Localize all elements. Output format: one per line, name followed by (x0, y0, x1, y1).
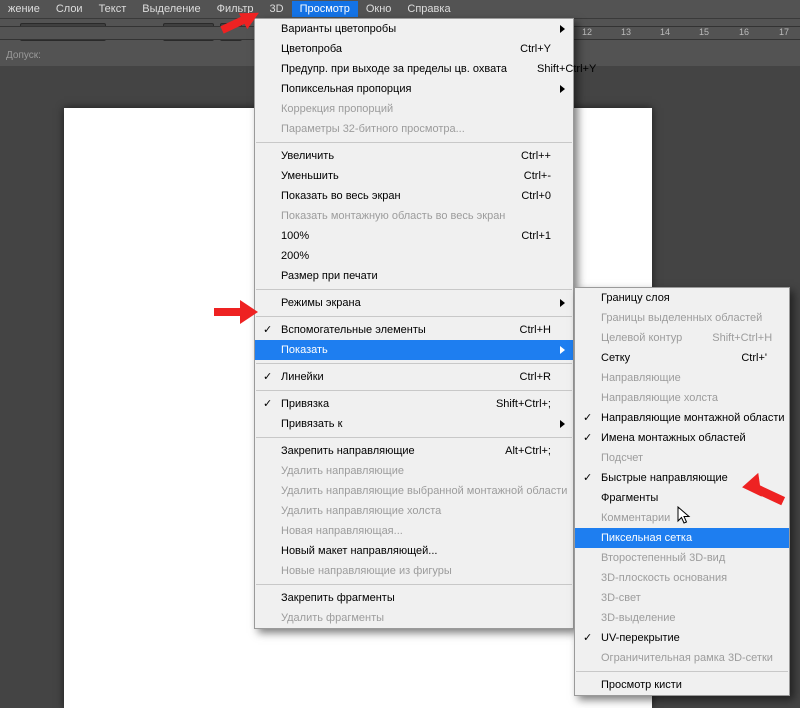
menu-item: Новая направляющая... (255, 521, 573, 541)
menu-item[interactable]: Режимы экрана (255, 293, 573, 313)
submenu-item: 3D-плоскость основания (575, 568, 789, 588)
menu-3d[interactable]: 3D (262, 1, 292, 17)
menu-item[interactable]: Варианты цветопробы (255, 19, 573, 39)
menu-item[interactable]: ЦветопробаCtrl+Y (255, 39, 573, 59)
view-menu-dropdown: Варианты цветопробыЦветопробаCtrl+YПреду… (254, 18, 574, 629)
menu-item[interactable]: ✓ПривязкаShift+Ctrl+; (255, 394, 573, 414)
menu-item[interactable]: Показать во весь экранCtrl+0 (255, 186, 573, 206)
menu-bar: жение Слои Текст Выделение Фильтр 3D Про… (0, 0, 800, 18)
menu-item[interactable]: Новый макет направляющей... (255, 541, 573, 561)
submenu-item[interactable]: ✓Направляющие монтажной области (575, 408, 789, 428)
ruler-tick: 16 (739, 27, 749, 37)
menu-window[interactable]: Окно (358, 1, 400, 17)
submenu-item: Подсчет (575, 448, 789, 468)
submenu-item[interactable]: Просмотр кисти (575, 675, 789, 695)
menu-item[interactable]: Размер при печати (255, 266, 573, 286)
menu-item[interactable]: Попиксельная пропорция (255, 79, 573, 99)
menu-help[interactable]: Справка (399, 1, 458, 17)
menu-item: Параметры 32-битного просмотра... (255, 119, 573, 139)
menu-item[interactable]: УвеличитьCtrl++ (255, 146, 573, 166)
submenu-item[interactable]: Пиксельная сетка (575, 528, 789, 548)
submenu-item: 3D-свет (575, 588, 789, 608)
submenu-item: 3D-выделение (575, 608, 789, 628)
menu-item[interactable]: УменьшитьCtrl+- (255, 166, 573, 186)
submenu-item[interactable]: ✓UV-перекрытие (575, 628, 789, 648)
ruler-tick: 15 (699, 27, 709, 37)
submenu-item[interactable]: ✓Имена монтажных областей (575, 428, 789, 448)
ruler-tick: 14 (660, 27, 670, 37)
menu-item[interactable]: ✓Вспомогательные элементыCtrl+H (255, 320, 573, 340)
ruler-tick: 17 (779, 27, 789, 37)
tolerance-label: Допуск: (6, 50, 41, 61)
submenu-item: Целевой контурShift+Ctrl+H (575, 328, 789, 348)
submenu-item: Ограничительная рамка 3D-сетки (575, 648, 789, 668)
menu-item: Удалить направляющие (255, 461, 573, 481)
menu-item: Показать монтажную область во весь экран (255, 206, 573, 226)
menu-item[interactable]: ✓ЛинейкиCtrl+R (255, 367, 573, 387)
ruler-tick: 13 (621, 27, 631, 37)
menu-view[interactable]: Просмотр (292, 1, 358, 17)
submenu-item: Направляющие холста (575, 388, 789, 408)
submenu-item[interactable]: Границу слоя (575, 288, 789, 308)
menu-item[interactable]: Закрепить направляющиеAlt+Ctrl+; (255, 441, 573, 461)
menu-item: Удалить направляющие выбранной монтажной… (255, 481, 573, 501)
submenu-item: Второстепенный 3D-вид (575, 548, 789, 568)
menu-image[interactable]: жение (0, 1, 48, 17)
menu-item[interactable]: Показать (255, 340, 573, 360)
menu-item: Новые направляющие из фигуры (255, 561, 573, 581)
submenu-item: Комментарии (575, 508, 789, 528)
menu-item: Удалить фрагменты (255, 608, 573, 628)
menu-item[interactable]: Закрепить фрагменты (255, 588, 573, 608)
menu-layers[interactable]: Слои (48, 1, 91, 17)
ruler-tick: 12 (582, 27, 592, 37)
menu-item[interactable]: 100%Ctrl+1 (255, 226, 573, 246)
menu-item[interactable]: Привязать к (255, 414, 573, 434)
menu-item: Удалить направляющие холста (255, 501, 573, 521)
menu-item[interactable]: 200% (255, 246, 573, 266)
menu-select[interactable]: Выделение (134, 1, 208, 17)
menu-item[interactable]: Предупр. при выходе за пределы цв. охват… (255, 59, 573, 79)
submenu-item: Границы выделенных областей (575, 308, 789, 328)
submenu-item: Направляющие (575, 368, 789, 388)
menu-text[interactable]: Текст (91, 1, 135, 17)
menu-item: Коррекция пропорций (255, 99, 573, 119)
submenu-item[interactable]: СеткуCtrl+' (575, 348, 789, 368)
